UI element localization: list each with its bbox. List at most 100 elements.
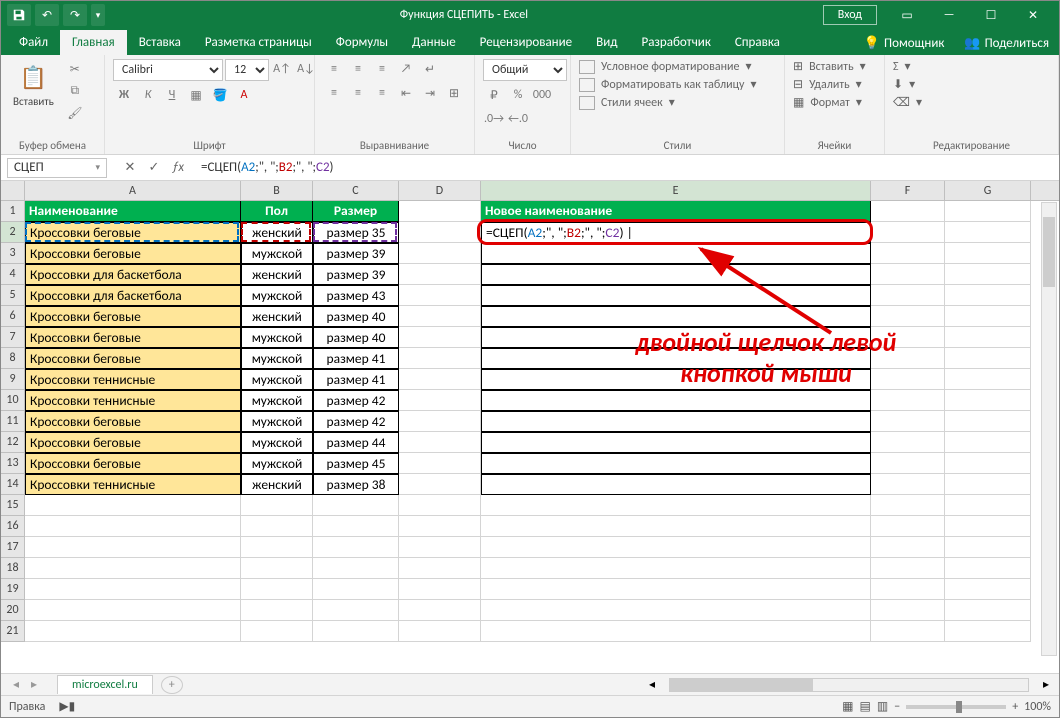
cell[interactable] <box>481 474 871 495</box>
cell[interactable] <box>399 348 481 369</box>
cell[interactable] <box>399 516 481 537</box>
name-box[interactable]: СЦЕП▾ <box>7 158 107 178</box>
cell[interactable] <box>399 621 481 642</box>
col-header-g[interactable]: G <box>945 181 1031 200</box>
new-sheet-icon[interactable]: + <box>161 676 183 694</box>
cell[interactable] <box>399 201 481 222</box>
font-color-icon[interactable]: A <box>233 85 255 105</box>
bold-button[interactable]: Ж <box>113 85 135 105</box>
redo-icon[interactable]: ↷ <box>63 4 87 26</box>
col-header-b[interactable]: B <box>241 181 313 200</box>
wrap-text-icon[interactable]: ↵ <box>419 59 441 79</box>
decrease-decimal-icon[interactable]: ←.0 <box>507 109 529 129</box>
cell[interactable] <box>871 432 945 453</box>
fx-icon[interactable]: ƒx <box>167 158 189 178</box>
cell[interactable] <box>481 411 871 432</box>
cell[interactable] <box>871 201 945 222</box>
cell[interactable]: размер 38 <box>313 474 399 495</box>
save-icon[interactable] <box>7 4 31 26</box>
select-all-triangle[interactable] <box>1 181 25 200</box>
cell[interactable]: размер 42 <box>313 390 399 411</box>
vertical-scrollbar[interactable] <box>1041 202 1057 656</box>
delete-cells-button[interactable]: ⊟Удалить ▾ <box>793 77 862 92</box>
cut-icon[interactable]: ✂ <box>64 59 86 79</box>
tab-view[interactable]: Вид <box>584 30 629 55</box>
copy-icon[interactable]: ⧉ <box>64 81 86 101</box>
cell[interactable]: Новое наименование <box>481 201 871 222</box>
cell[interactable] <box>945 600 1031 621</box>
cell[interactable] <box>399 600 481 621</box>
row-header[interactable]: 21 <box>1 621 25 642</box>
row-header[interactable]: 8 <box>1 348 25 369</box>
cell[interactable] <box>871 306 945 327</box>
sign-in-button[interactable]: Вход <box>823 5 877 25</box>
cell[interactable] <box>871 285 945 306</box>
horizontal-scrollbar[interactable]: ◂▸ <box>649 677 1049 692</box>
row-header[interactable]: 18 <box>1 558 25 579</box>
cell[interactable] <box>871 222 945 243</box>
cell[interactable]: размер 41 <box>313 348 399 369</box>
row-header[interactable]: 10 <box>1 390 25 411</box>
cell[interactable]: размер 45 <box>313 453 399 474</box>
cell[interactable]: Кроссовки беговые <box>25 306 241 327</box>
cell[interactable] <box>871 537 945 558</box>
cell[interactable] <box>399 243 481 264</box>
cell[interactable] <box>945 243 1031 264</box>
cell[interactable]: мужской <box>241 348 313 369</box>
cell[interactable] <box>871 453 945 474</box>
cell[interactable]: Кроссовки беговые <box>25 243 241 264</box>
zoom-out-icon[interactable]: − <box>894 700 900 714</box>
cell[interactable] <box>481 495 871 516</box>
cell[interactable] <box>945 411 1031 432</box>
maximize-icon[interactable]: ☐ <box>971 1 1011 29</box>
close-icon[interactable]: ✕ <box>1013 1 1053 29</box>
cell[interactable]: мужской <box>241 285 313 306</box>
cell[interactable] <box>945 537 1031 558</box>
cell[interactable]: Наименование <box>25 201 241 222</box>
row-header[interactable]: 14 <box>1 474 25 495</box>
decrease-font-icon[interactable]: A↓ <box>295 59 317 79</box>
cell[interactable] <box>945 390 1031 411</box>
fill-button[interactable]: ⬇ ▾ <box>893 77 915 92</box>
cell[interactable] <box>945 495 1031 516</box>
sheet-nav-arrows[interactable]: ◂▸ <box>1 677 49 692</box>
cell[interactable]: Кроссовки беговые <box>25 327 241 348</box>
align-center-icon[interactable]: ≡ <box>347 83 369 103</box>
col-header-f[interactable]: F <box>871 181 945 200</box>
borders-icon[interactable]: ▦ <box>185 85 207 105</box>
cell[interactable] <box>399 390 481 411</box>
cell[interactable]: мужской <box>241 432 313 453</box>
row-header[interactable]: 12 <box>1 432 25 453</box>
cell[interactable] <box>871 621 945 642</box>
cell[interactable] <box>481 516 871 537</box>
row-header[interactable]: 6 <box>1 306 25 327</box>
cell[interactable]: мужской <box>241 411 313 432</box>
tab-file[interactable]: Файл <box>7 30 60 55</box>
cell[interactable] <box>241 495 313 516</box>
tell-me[interactable]: 💡Помощник <box>854 32 955 55</box>
cell[interactable] <box>871 411 945 432</box>
cell[interactable] <box>25 600 241 621</box>
align-top-icon[interactable]: ≡ <box>323 59 345 79</box>
cell[interactable] <box>481 537 871 558</box>
cell[interactable] <box>399 453 481 474</box>
cell[interactable] <box>945 453 1031 474</box>
tab-insert[interactable]: Вставка <box>127 30 193 55</box>
merge-icon[interactable]: ⊞ <box>443 83 465 103</box>
cell[interactable] <box>481 621 871 642</box>
cell[interactable] <box>945 558 1031 579</box>
zoom-level[interactable]: 100% <box>1024 700 1051 714</box>
percent-icon[interactable]: % <box>507 85 529 105</box>
cell[interactable]: женский <box>241 474 313 495</box>
qat-more-icon[interactable]: ▾ <box>91 4 105 26</box>
cell[interactable] <box>399 411 481 432</box>
font-size-select[interactable]: 12 <box>225 59 269 81</box>
format-cells-button[interactable]: ▦Формат ▾ <box>793 95 862 110</box>
cell[interactable] <box>241 621 313 642</box>
cell[interactable]: женский <box>241 264 313 285</box>
cell[interactable] <box>399 285 481 306</box>
undo-icon[interactable]: ↶ <box>35 4 59 26</box>
cell[interactable] <box>25 621 241 642</box>
cell[interactable] <box>481 243 871 264</box>
view-layout-icon[interactable]: ▤ <box>860 699 871 714</box>
